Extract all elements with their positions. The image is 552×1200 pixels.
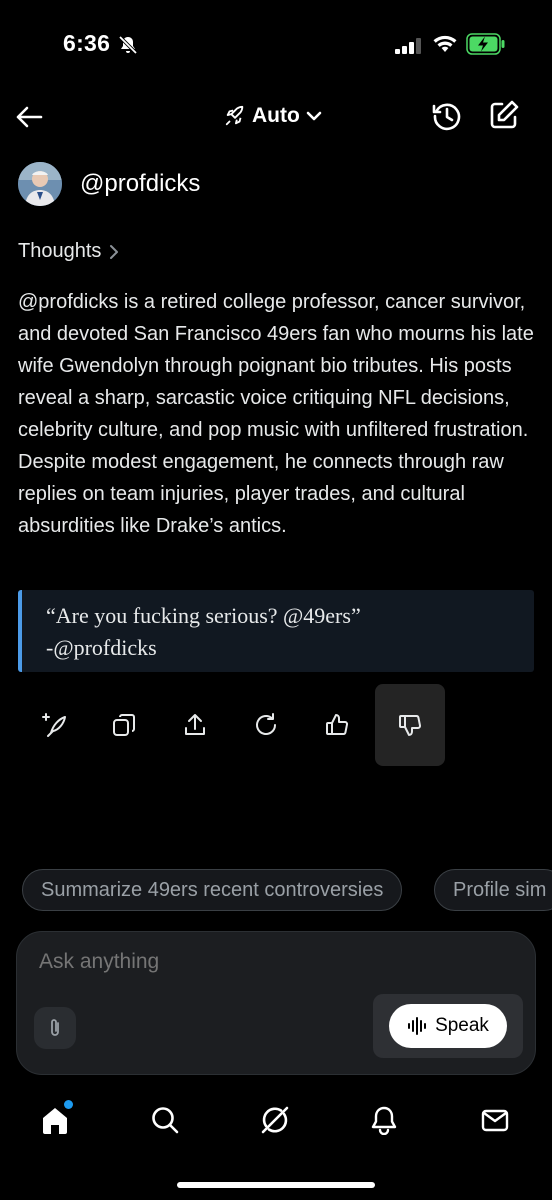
thumbs-down-icon	[399, 715, 422, 736]
composer: Speak	[16, 931, 536, 1075]
ask-input[interactable]	[39, 950, 509, 974]
search-icon	[152, 1107, 179, 1134]
history-button[interactable]	[430, 99, 464, 138]
copy-icon	[113, 714, 135, 736]
share-icon	[185, 714, 205, 735]
top-header: Auto	[0, 92, 552, 142]
speak-button[interactable]: Speak	[389, 1004, 507, 1048]
avatar	[18, 162, 62, 206]
wifi-icon	[433, 35, 457, 52]
history-icon	[432, 103, 461, 131]
thumbs-down-button[interactable]	[375, 684, 445, 766]
tab-messages[interactable]	[475, 1100, 515, 1140]
tab-home[interactable]	[35, 1100, 75, 1140]
bottom-tab-bar	[0, 1090, 552, 1150]
response-actions	[18, 684, 548, 766]
waveform-icon	[408, 1017, 427, 1035]
mode-selector[interactable]: Auto	[224, 98, 322, 134]
chevron-right-icon	[110, 244, 119, 259]
status-time: 6:36	[63, 30, 111, 56]
mail-icon	[481, 1109, 509, 1132]
grok-icon	[261, 1106, 289, 1134]
refresh-button[interactable]	[231, 684, 301, 766]
status-bar: 6:36	[0, 0, 552, 92]
share-button[interactable]	[160, 684, 230, 766]
mode-label: Auto	[252, 104, 300, 127]
refresh-icon	[256, 713, 276, 735]
back-button[interactable]	[12, 100, 46, 134]
rocket-icon	[225, 105, 244, 126]
thumbs-up-button[interactable]	[302, 684, 372, 766]
bell-off-icon	[118, 35, 138, 55]
home-indicator	[177, 1182, 375, 1188]
chevron-down-icon	[306, 111, 322, 121]
profile-handle: @profdicks	[80, 170, 201, 197]
new-chat-button[interactable]	[488, 99, 520, 136]
tab-grok[interactable]	[255, 1100, 295, 1140]
quote-block: “Are you fucking serious? @49ers” -@prof…	[18, 590, 534, 672]
battery-charging-icon	[466, 33, 505, 55]
signal-icon	[395, 38, 421, 54]
paperclip-icon	[51, 1019, 59, 1036]
quote-author: -@profdicks	[46, 635, 157, 660]
thoughts-label: Thoughts	[18, 240, 102, 262]
suggestion-chip[interactable]: Summarize 49ers recent controversies	[22, 869, 403, 911]
attach-button[interactable]	[34, 1007, 76, 1049]
edit-icon	[490, 100, 519, 129]
copy-button[interactable]	[89, 684, 159, 766]
arrow-left-icon	[16, 106, 43, 128]
response-text: @profdicks is a retired college professo…	[18, 291, 534, 537]
speak-container: Speak	[373, 994, 523, 1058]
bell-icon	[371, 1106, 397, 1135]
speak-label: Speak	[435, 1015, 489, 1036]
suggestion-chip[interactable]: Profile sim	[434, 869, 552, 911]
profile-row[interactable]: @profdicks	[18, 161, 200, 207]
tab-search[interactable]	[145, 1100, 185, 1140]
notification-dot	[64, 1100, 73, 1109]
quote-text: “Are you fucking serious? @49ers”	[46, 603, 361, 628]
tab-notifications[interactable]	[364, 1100, 404, 1140]
thumbs-up-icon	[326, 714, 349, 735]
regenerate-button[interactable]	[18, 684, 88, 766]
regenerate-sparkle-icon	[42, 713, 66, 737]
suggestion-chips: Summarize 49ers recent controversies Pro…	[22, 869, 552, 911]
thoughts-toggle[interactable]: Thoughts	[18, 240, 119, 263]
